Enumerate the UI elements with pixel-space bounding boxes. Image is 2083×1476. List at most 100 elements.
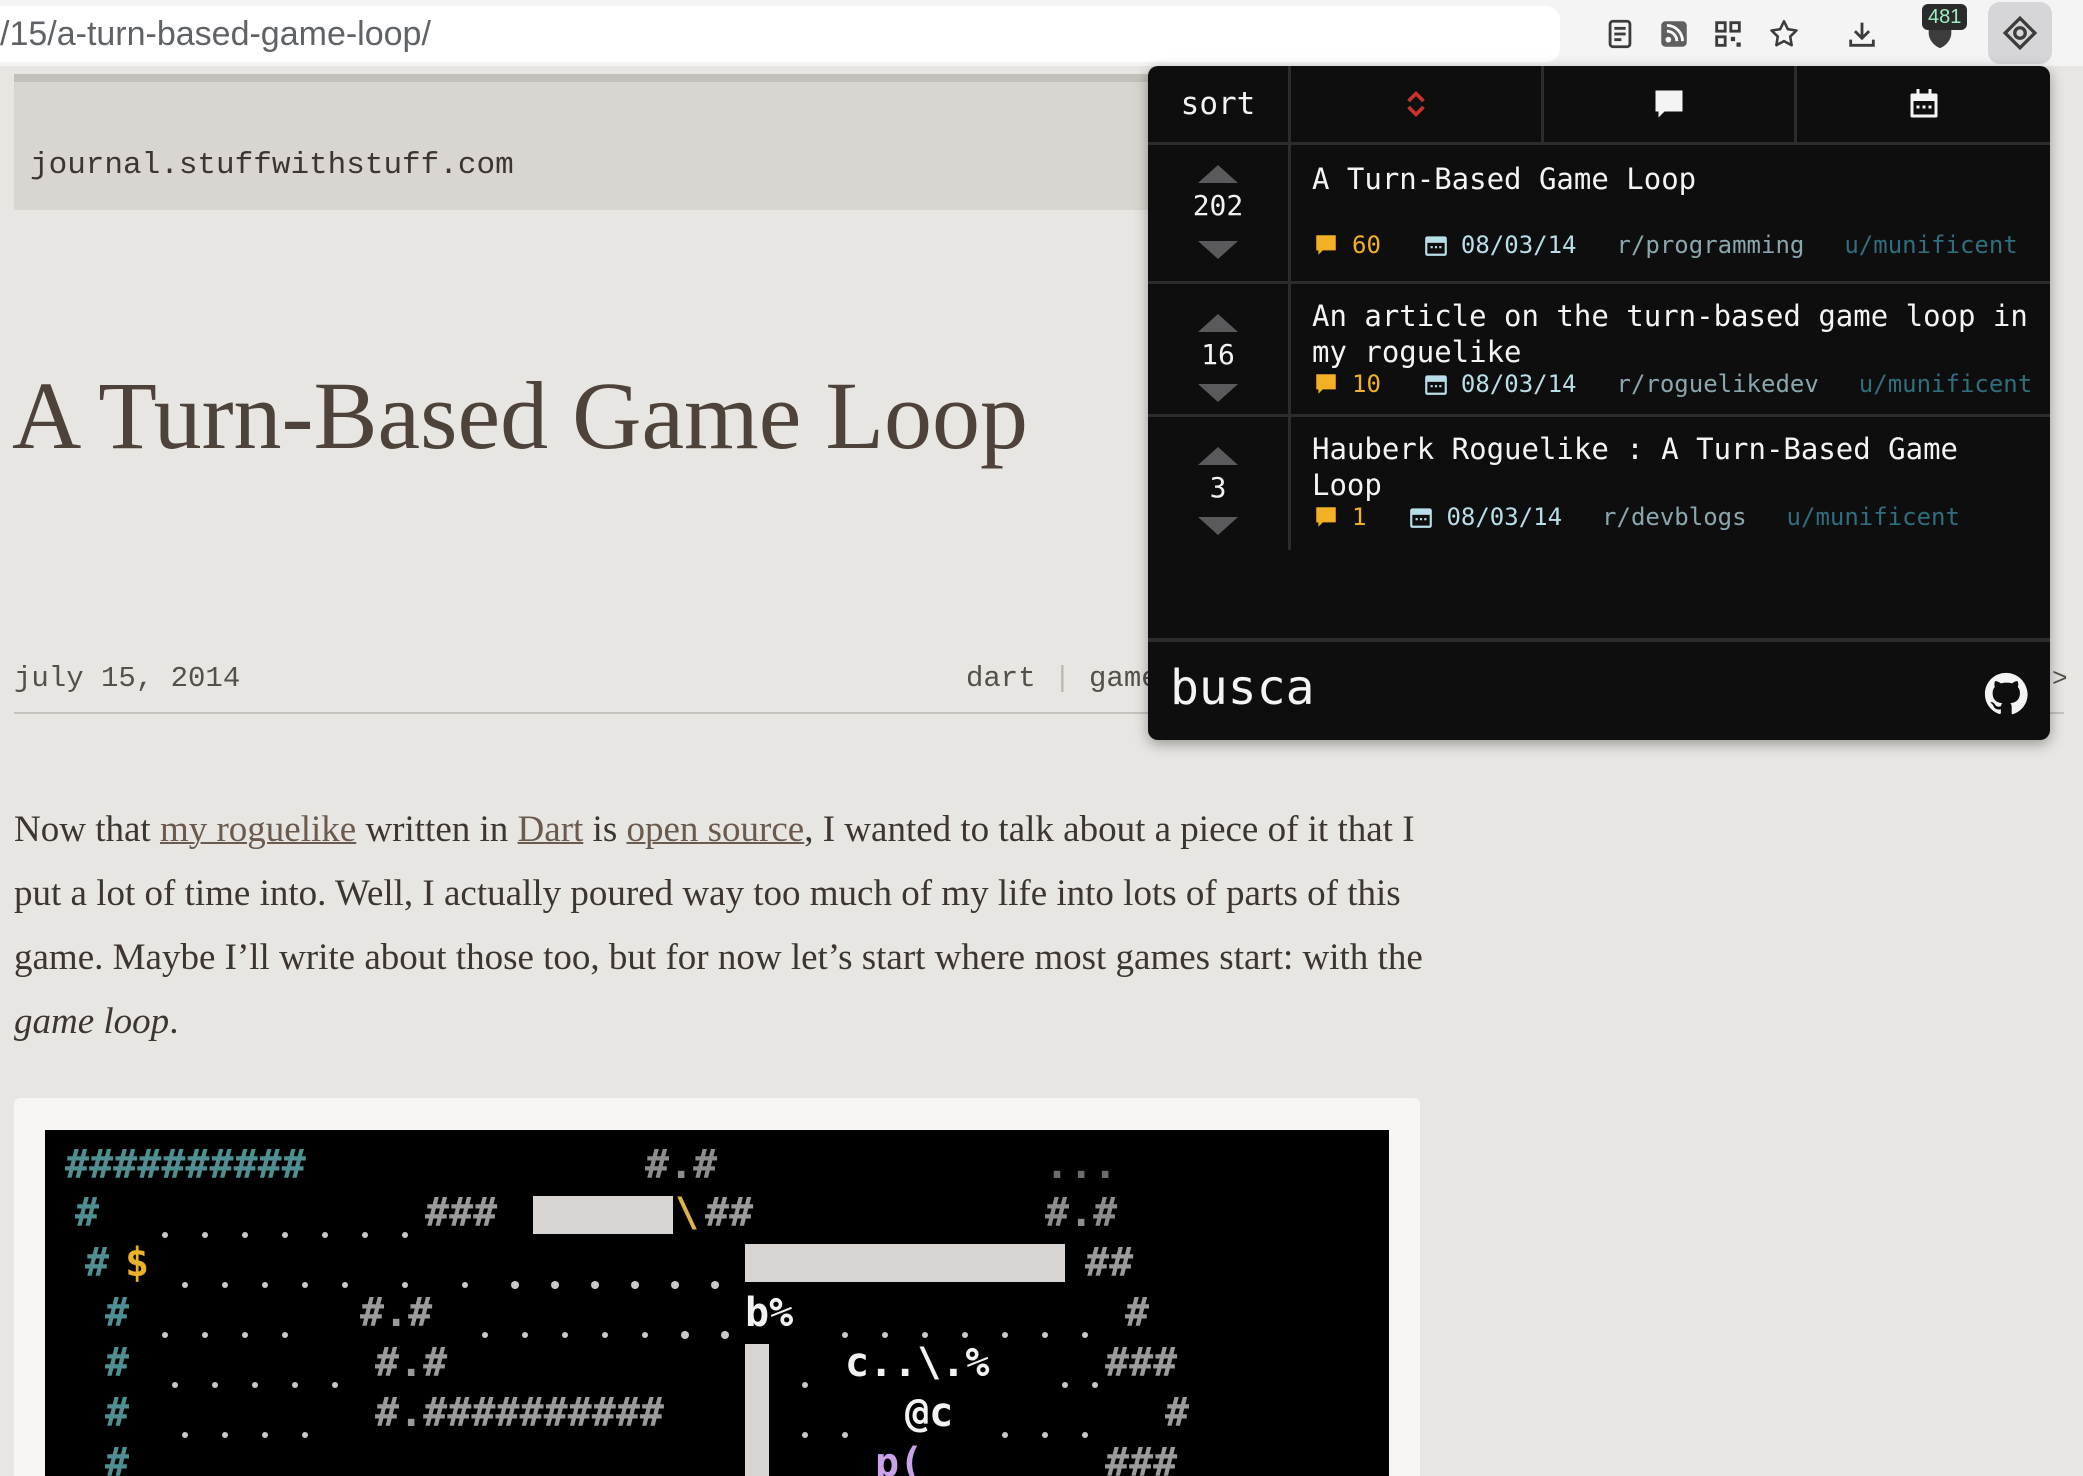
result-title[interactable]: An article on the turn-based game loop i… — [1312, 298, 2032, 370]
sort-by-score-button[interactable] — [1291, 66, 1544, 142]
user-link[interactable]: u/munificent — [1787, 503, 1960, 531]
svg-text:##########: ########## — [65, 1142, 306, 1188]
svg-text:#: # — [1165, 1390, 1189, 1436]
post-date: 08/03/14 — [1460, 231, 1577, 259]
sort-label: sort — [1180, 86, 1256, 122]
downvote-icon[interactable] — [1198, 384, 1238, 402]
page-title: A Turn-Based Game Loop — [12, 362, 1028, 469]
comment-count[interactable]: 1 — [1352, 503, 1366, 531]
svg-text:#: # — [1125, 1290, 1149, 1336]
sort-by-comments-button[interactable] — [1544, 66, 1797, 142]
svg-text:#: # — [105, 1440, 129, 1476]
comment-count[interactable]: 10 — [1352, 370, 1381, 398]
result-row[interactable]: 3 Hauberk Roguelike : A Turn-Based Game … — [1148, 414, 2050, 550]
tag-link[interactable]: dart — [966, 662, 1036, 695]
post-tags: dart | game — [966, 662, 1159, 695]
download-icon[interactable] — [1838, 10, 1886, 58]
sort-arrows-icon — [1407, 90, 1425, 118]
svg-text:#.#: #.# — [645, 1142, 717, 1188]
svg-text:#: # — [105, 1390, 129, 1436]
svg-text:\: \ — [675, 1190, 699, 1236]
result-title[interactable]: Hauberk Roguelike : A Turn-Based Game Lo… — [1312, 431, 2032, 503]
user-link[interactable]: u/munificent — [1859, 370, 2032, 398]
svg-text:##: ## — [705, 1190, 753, 1236]
svg-text:#.#: #.# — [360, 1290, 432, 1336]
svg-text:b%: b% — [745, 1290, 793, 1336]
busca-popup: sort 202 A Turn-Based Game Loop 60 08/03… — [1148, 66, 2050, 740]
popup-header: sort — [1148, 66, 2050, 142]
post-date: july 15, 2014 — [14, 662, 241, 695]
sort-label-cell: sort — [1148, 66, 1291, 142]
user-link[interactable]: u/munificent — [1844, 231, 2017, 259]
subreddit-link[interactable]: r/devblogs — [1602, 503, 1747, 531]
svg-text:#: # — [75, 1190, 99, 1236]
svg-text:$: $ — [125, 1240, 149, 1286]
svg-text:...: ... — [1045, 1142, 1117, 1188]
downvote-icon[interactable] — [1198, 517, 1238, 535]
brand-name: busca — [1170, 660, 1315, 716]
svg-text:###: ### — [425, 1190, 497, 1236]
github-icon[interactable] — [1984, 672, 2028, 716]
post-date: 08/03/14 — [1460, 370, 1577, 398]
comment-icon — [1316, 374, 1336, 394]
score: 3 — [1209, 471, 1227, 504]
comment-icon — [1316, 235, 1336, 255]
result-row[interactable]: 16 An article on the turn-based game loo… — [1148, 281, 2050, 417]
roguelike-link[interactable]: my roguelike — [160, 809, 356, 850]
comment-count[interactable]: 60 — [1352, 231, 1381, 259]
browser-toolbar: /15/a-turn-based-game-loop/ 481 — [0, 0, 2083, 66]
svg-text:#.#: #.# — [375, 1340, 447, 1386]
result-meta: 60 08/03/14 r/programming u/munificent — [1312, 231, 2018, 259]
post-date: 08/03/14 — [1446, 503, 1563, 531]
intro-paragraph: Now that my roguelike written in Dart is… — [14, 809, 1423, 1042]
svg-text:#: # — [85, 1240, 109, 1286]
sort-by-date-button[interactable] — [1797, 66, 2050, 142]
comment-icon — [1316, 507, 1336, 527]
busca-logo-icon — [2002, 15, 2038, 51]
upvote-icon[interactable] — [1198, 314, 1238, 332]
vote-column: 202 — [1148, 145, 1291, 284]
calendar-icon — [1425, 375, 1447, 395]
reader-view-icon[interactable] — [1596, 10, 1644, 58]
url-bar[interactable]: /15/a-turn-based-game-loop/ — [0, 6, 1560, 62]
svg-text:#.#: #.# — [1045, 1190, 1117, 1236]
result-title[interactable]: A Turn-Based Game Loop — [1312, 161, 2032, 197]
svg-text:###: ### — [1105, 1340, 1177, 1386]
result-row[interactable]: 202 A Turn-Based Game Loop 60 08/03/14 r… — [1148, 142, 2050, 284]
busca-extension-button[interactable] — [1988, 2, 2052, 64]
svg-text:#.##########: #.########## — [375, 1390, 664, 1436]
site-name[interactable]: journal.stuffwithstuff.com — [30, 148, 514, 183]
calendar-icon — [1425, 236, 1447, 256]
svg-text:@c: @c — [905, 1390, 953, 1436]
site-header — [14, 74, 1154, 210]
extension-badge: 481 — [1922, 4, 1968, 30]
vote-column: 3 — [1148, 417, 1291, 550]
calendar-icon — [1410, 508, 1433, 528]
upvote-icon[interactable] — [1198, 447, 1238, 465]
score: 16 — [1201, 338, 1235, 371]
dart-link[interactable]: Dart — [518, 809, 584, 850]
rss-icon[interactable] — [1650, 10, 1698, 58]
vote-column: 16 — [1148, 284, 1291, 417]
chevron-right-icon: > — [2052, 664, 2068, 694]
tag-separator: | — [1053, 662, 1072, 695]
svg-text:##: ## — [1085, 1240, 1133, 1286]
score: 202 — [1192, 189, 1244, 222]
downvote-icon[interactable] — [1198, 241, 1238, 259]
roguelike-screenshot-image: ########## #.# ... # ### \ ## #.# # $ ##… — [45, 1130, 1389, 1476]
comment-icon — [1655, 90, 1683, 118]
svg-text:#: # — [105, 1340, 129, 1386]
bookmark-star-icon[interactable] — [1760, 10, 1808, 58]
svg-text:p(: p( — [875, 1440, 923, 1476]
result-meta: 10 08/03/14 r/roguelikedev u/munificent — [1312, 370, 2032, 398]
open-source-link[interactable]: open source — [626, 809, 804, 850]
subreddit-link[interactable]: r/roguelikedev — [1617, 370, 1819, 398]
svg-text:c..\.%: c..\.% — [845, 1340, 990, 1386]
svg-text:###: ### — [1105, 1440, 1177, 1476]
calendar-icon — [1910, 89, 1937, 118]
svg-text:#: # — [105, 1290, 129, 1336]
upvote-icon[interactable] — [1198, 165, 1238, 183]
subreddit-link[interactable]: r/programming — [1617, 231, 1805, 259]
popup-footer: busca — [1148, 638, 2050, 740]
qr-code-icon[interactable] — [1704, 10, 1752, 58]
